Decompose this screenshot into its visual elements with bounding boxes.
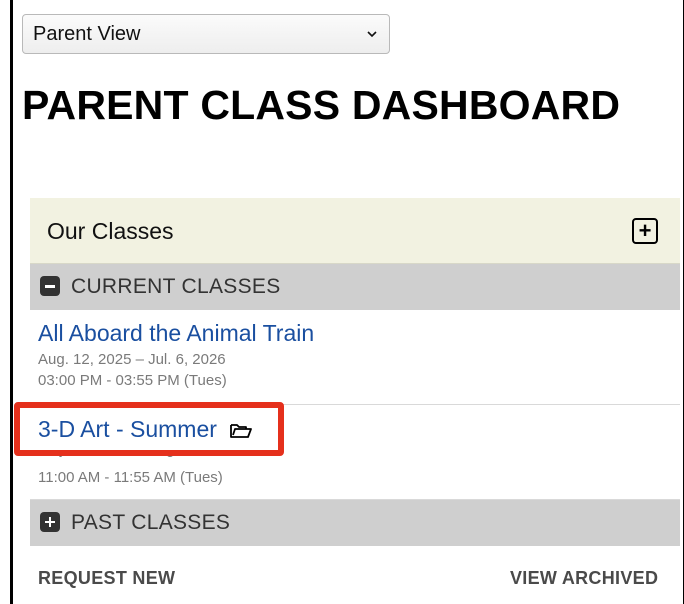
page-title: PARENT CLASS DASHBOARD [22,82,621,128]
current-classes-label: CURRENT CLASSES [71,275,281,298]
view-archived-link[interactable]: VIEW ARCHIVED [510,568,658,589]
view-select-dropdown[interactable]: Parent View [22,14,390,54]
current-classes-section-toggle[interactable]: CURRENT CLASSES [30,264,680,310]
past-classes-label: PAST CLASSES [71,511,231,534]
class-link-label: 3-D Art - Summer [38,416,217,442]
folder-open-icon [230,424,253,438]
view-select-value: Parent View [33,22,141,45]
class-list-item: All Aboard the Animal Train Aug. 12, 202… [30,310,680,405]
class-link[interactable]: All Aboard the Animal Train [38,320,314,347]
our-classes-title: Our Classes [47,218,174,244]
page-border-left [10,0,13,604]
expand-plus-icon [40,512,60,532]
class-time: 11:00 AM - 11:55 AM (Tues) [38,469,223,486]
collapse-minus-icon [40,276,60,296]
class-link[interactable]: 3-D Art - Summer [38,416,253,443]
add-class-button[interactable]: + [632,218,658,244]
class-time: 03:00 PM - 03:55 PM (Tues) [38,372,227,389]
past-classes-section-toggle[interactable]: PAST CLASSES [30,500,680,546]
class-dates: Aug. 12, 2025 – Jul. 6, 2026 [38,351,226,368]
plus-icon: + [638,218,652,243]
chevron-down-icon [367,31,377,38]
our-classes-header: Our Classes + [30,198,680,264]
request-new-link[interactable]: REQUEST NEW [38,568,175,589]
